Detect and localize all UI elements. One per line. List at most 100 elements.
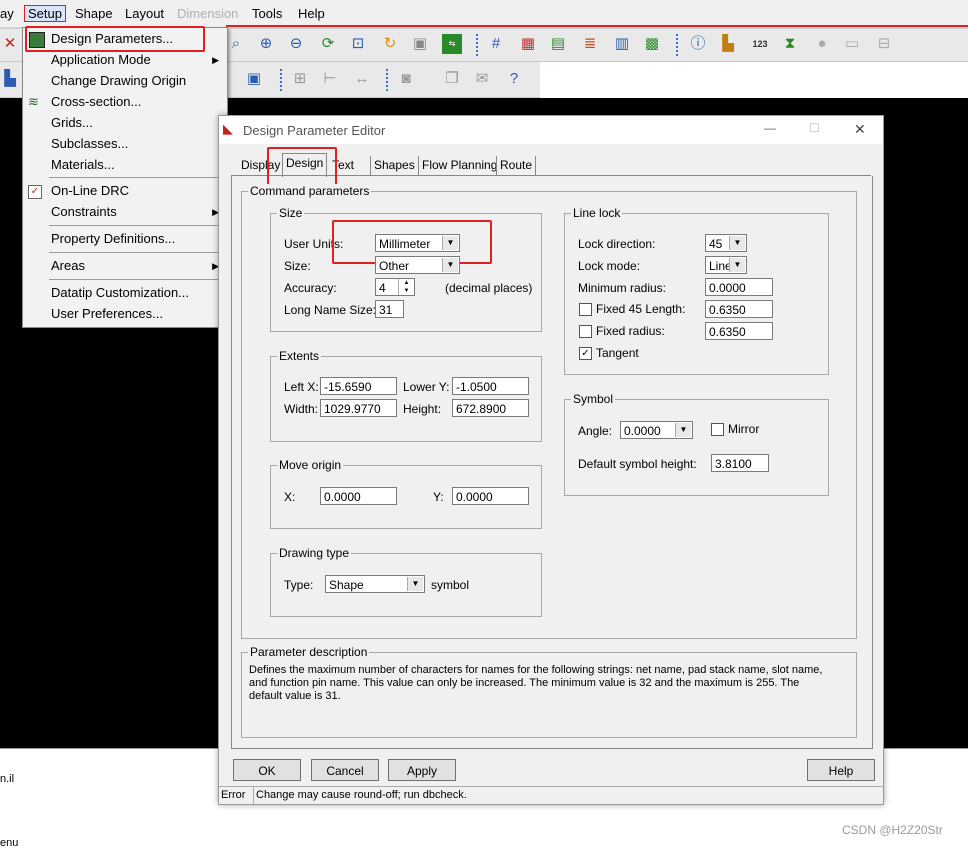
menu-item-areas[interactable]: Areas ▶ xyxy=(23,256,227,276)
dim2-icon[interactable]: ↔ xyxy=(352,69,372,89)
disabled-icon[interactable]: ▭ xyxy=(842,34,862,54)
field-value: 672.8900 xyxy=(456,402,507,416)
lower-y-label: Lower Y: xyxy=(403,380,450,394)
numbers-icon[interactable]: 123 xyxy=(748,34,772,54)
ok-button[interactable]: OK xyxy=(233,759,301,781)
height-field[interactable]: 672.8900 xyxy=(452,399,529,417)
menu-display[interactable]: ay xyxy=(0,6,14,21)
min-radius-field[interactable]: 0.0000 xyxy=(705,278,773,296)
default-symbol-height-field[interactable]: 3.8100 xyxy=(711,454,769,472)
toolbar-separator xyxy=(386,69,388,91)
help-icon[interactable]: ? xyxy=(504,69,524,89)
fixed-radius-checkbox[interactable] xyxy=(579,325,592,338)
menu-item-materials[interactable]: Materials... xyxy=(23,155,227,175)
fixed45-field[interactable]: 0.6350 xyxy=(705,300,773,318)
size-select[interactable]: Other ▼ xyxy=(375,256,460,274)
tab-route[interactable]: Route xyxy=(496,156,537,175)
accuracy-stepper[interactable]: 4 ▲ ▼ xyxy=(375,278,415,296)
left-x-field[interactable]: -15.6590 xyxy=(320,377,397,395)
width-label: Width: xyxy=(284,402,319,416)
close-x-icon[interactable]: ✕ xyxy=(0,34,20,54)
refresh-icon[interactable]: ↻ xyxy=(380,34,400,54)
menu-item-cross-section[interactable]: ≋ Cross-section... xyxy=(23,92,227,112)
menu-shape[interactable]: Shape xyxy=(75,6,113,21)
minimize-icon[interactable]: — xyxy=(764,121,776,135)
color-icon[interactable]: ▦ xyxy=(518,34,538,54)
icm-icon[interactable]: ▥ xyxy=(612,34,632,54)
cancel-button[interactable]: Cancel xyxy=(311,759,379,781)
grid-icon[interactable]: # xyxy=(486,34,506,54)
zoom-points-icon[interactable]: ⌕ xyxy=(226,34,246,54)
tab-flow-planning[interactable]: Flow Planning xyxy=(418,156,500,175)
dim-icon[interactable]: ⊢ xyxy=(320,69,340,89)
drawing-type-select[interactable]: Shape ▼ xyxy=(325,575,425,593)
origin-x-field[interactable]: 0.0000 xyxy=(320,487,397,505)
tab-shapes[interactable]: Shapes xyxy=(370,156,418,175)
zoom-fit-icon[interactable]: ⊡ xyxy=(348,34,368,54)
menu-item-change-drawing-origin[interactable]: Change Drawing Origin xyxy=(23,71,227,91)
long-name-size-field[interactable]: 31 xyxy=(375,300,404,318)
gear-icon[interactable]: ● xyxy=(812,34,832,54)
select-value: Other xyxy=(379,259,410,273)
origin-y-field[interactable]: 0.0000 xyxy=(452,487,529,505)
lock-mode-select[interactable]: Line ▼ xyxy=(705,256,747,274)
angle-select[interactable]: 0.0000 ▼ xyxy=(620,421,693,439)
menu-item-subclasses[interactable]: Subclasses... xyxy=(23,134,227,154)
group-title: Symbol xyxy=(571,392,616,406)
size-label: Size: xyxy=(284,259,311,273)
menu-item-application-mode[interactable]: Application Mode ▶ xyxy=(23,50,227,70)
menu-item-grids[interactable]: Grids... xyxy=(23,113,227,133)
zoom-out-icon[interactable]: ⊖ xyxy=(286,34,306,54)
menu-item-label: Grids... xyxy=(51,115,93,130)
camera-icon[interactable]: ◙ xyxy=(396,69,416,89)
fixed-radius-field[interactable]: 0.6350 xyxy=(705,322,773,340)
apply-button[interactable]: Apply xyxy=(388,759,456,781)
disabled2-icon[interactable]: ⊟ xyxy=(874,34,894,54)
3d-view-icon[interactable]: ▣ xyxy=(410,34,430,54)
flip-icon[interactable]: ⇆ xyxy=(442,34,462,54)
info-icon[interactable]: ⓘ xyxy=(688,34,708,54)
toolbar-separator xyxy=(676,34,678,56)
group-title: Drawing type xyxy=(277,546,352,560)
panel2-icon[interactable]: ▣ xyxy=(244,69,264,89)
toolbar-separator xyxy=(280,69,282,91)
zoom-world-icon[interactable]: ⟳ xyxy=(318,34,338,54)
parameter-description-text: Defines the maximum number of characters… xyxy=(249,664,823,702)
menu-item-user-preferences[interactable]: User Preferences... xyxy=(23,304,227,324)
fixed45-checkbox[interactable] xyxy=(579,303,592,316)
spin-up-icon[interactable]: ▲ xyxy=(398,279,414,287)
menu-help[interactable]: Help xyxy=(298,6,325,21)
accuracy-note: (decimal places) xyxy=(445,281,533,295)
mail-icon[interactable]: ✉ xyxy=(472,69,492,89)
left-x-label: Left X: xyxy=(284,380,319,394)
symbol-group: Symbol xyxy=(564,392,829,496)
hourglass-icon[interactable]: ⧗ xyxy=(780,34,800,54)
menu-setup[interactable]: Setup xyxy=(24,5,66,22)
menu-item-property-definitions[interactable]: Property Definitions... xyxy=(23,229,227,249)
mirror-checkbox[interactable] xyxy=(711,423,724,436)
measure-icon[interactable]: ▙ xyxy=(718,34,738,54)
menu-layout[interactable]: Layout xyxy=(125,6,164,21)
maximize-icon[interactable]: ☐ xyxy=(809,121,820,135)
accuracy-value: 4 xyxy=(379,281,386,295)
menu-dimension[interactable]: Dimension xyxy=(177,6,238,21)
stack-icon[interactable]: ❐ xyxy=(442,69,462,89)
menu-tools[interactable]: Tools xyxy=(252,6,282,21)
menu-item-online-drc[interactable]: ✓ On-Line DRC xyxy=(23,181,227,201)
panel-icon[interactable]: ▙ xyxy=(0,69,20,89)
width-field[interactable]: 1029.9770 xyxy=(320,399,397,417)
lock-direction-select[interactable]: 45 ▼ xyxy=(705,234,747,252)
lower-y-field[interactable]: -1.0500 xyxy=(452,377,529,395)
lock-icon[interactable]: ⊞ xyxy=(290,69,310,89)
spin-down-icon[interactable]: ▼ xyxy=(398,287,414,295)
shadow-icon[interactable]: ▩ xyxy=(642,34,662,54)
stackup-icon[interactable]: ≣ xyxy=(580,34,600,54)
layers-icon[interactable]: ▤ xyxy=(548,34,568,54)
menu-item-datatip-customization[interactable]: Datatip Customization... xyxy=(23,283,227,303)
close-icon[interactable]: ✕ xyxy=(854,121,866,138)
menu-item-constraints[interactable]: Constraints ▶ xyxy=(23,202,227,222)
design-parameter-editor-dialog: ◣ Design Parameter Editor — ☐ ✕ Display … xyxy=(218,115,884,805)
help-button[interactable]: Help xyxy=(807,759,875,781)
tangent-checkbox[interactable]: ✓ xyxy=(579,347,592,360)
zoom-in-icon[interactable]: ⊕ xyxy=(256,34,276,54)
